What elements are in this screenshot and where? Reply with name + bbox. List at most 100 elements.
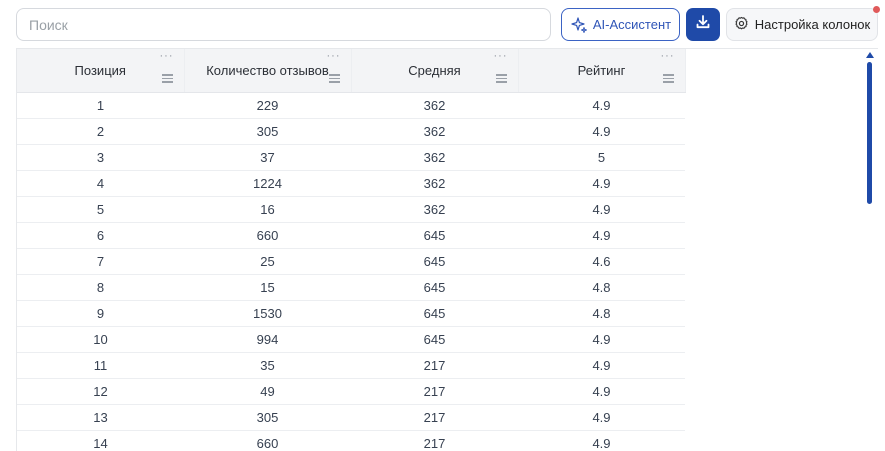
- table-cell: 1224: [184, 170, 351, 197]
- column-header-label: Рейтинг: [577, 62, 626, 78]
- table-cell: 4.9: [518, 222, 685, 249]
- download-icon: [695, 14, 711, 35]
- table-cell: 49: [184, 378, 351, 405]
- table-row[interactable]: 5 16 362 4.9: [17, 196, 685, 223]
- table-cell: 660: [184, 222, 351, 249]
- table-cell: 362: [351, 92, 518, 119]
- table-row[interactable]: 12 49 217 4.9: [17, 378, 685, 405]
- table-cell: 16: [184, 196, 351, 223]
- table-cell: 7: [17, 248, 184, 275]
- sparkles-icon: [570, 16, 588, 34]
- data-grid: Позиция ··· Количество отзывов ··· Средняя ··…: [16, 48, 878, 451]
- data-table: Позиция ··· Количество отзывов ··· Средняя ··…: [17, 49, 686, 451]
- table-cell: 305: [184, 404, 351, 431]
- table-cell: 362: [351, 118, 518, 145]
- table-row[interactable]: 6 660 645 4.9: [17, 222, 685, 249]
- column-header[interactable]: Количество отзывов ···: [184, 49, 352, 93]
- ai-assistant-label: AI-Ассистент: [592, 17, 672, 32]
- column-menu-icon[interactable]: [662, 74, 674, 83]
- table-cell: 4.9: [518, 170, 685, 197]
- table-cell: 11: [17, 352, 184, 379]
- table-cell: 35: [184, 352, 351, 379]
- notification-dot: [873, 6, 880, 13]
- column-more-icon[interactable]: ···: [494, 51, 508, 62]
- table-cell: 645: [351, 274, 518, 301]
- table-cell: 645: [351, 300, 518, 327]
- ai-assistant-button[interactable]: AI-Ассистент: [561, 8, 680, 41]
- table-cell: 6: [17, 222, 184, 249]
- table-cell: 9: [17, 300, 184, 327]
- table-cell: 645: [351, 326, 518, 353]
- table-cell: 4.9: [518, 326, 685, 353]
- scrollbar-thumb[interactable]: [867, 62, 872, 204]
- table-row[interactable]: 3 37 362 5: [17, 144, 685, 171]
- scroll-up-arrow-icon[interactable]: [866, 52, 874, 58]
- table-cell: 305: [184, 118, 351, 145]
- table-cell: 4: [17, 170, 184, 197]
- table-row[interactable]: 4 1224 362 4.9: [17, 170, 685, 197]
- table-cell: 12: [17, 378, 184, 405]
- table-cell: 4.9: [518, 118, 685, 145]
- table-cell: 217: [351, 430, 518, 451]
- table-row[interactable]: 7 25 645 4.6: [17, 248, 685, 275]
- search-input[interactable]: [16, 8, 551, 41]
- column-header-label: Средняя: [408, 62, 461, 78]
- table-cell: 37: [184, 144, 351, 171]
- table-cell: 645: [351, 222, 518, 249]
- table-cell: 4.9: [518, 404, 685, 431]
- table-cell: 14: [17, 430, 184, 451]
- column-more-icon[interactable]: ···: [327, 51, 341, 62]
- column-header[interactable]: Средняя ···: [351, 49, 519, 93]
- table-cell: 2: [17, 118, 184, 145]
- table-cell: 4.8: [518, 300, 685, 327]
- gear-icon: [734, 16, 749, 34]
- column-more-icon[interactable]: ···: [160, 51, 174, 62]
- table-cell: 362: [351, 170, 518, 197]
- table-row[interactable]: 8 15 645 4.8: [17, 274, 685, 301]
- table-cell: 4.9: [518, 92, 685, 119]
- column-header[interactable]: Рейтинг ···: [518, 49, 686, 93]
- table-row[interactable]: 1 229 362 4.9: [17, 92, 685, 119]
- vertical-scrollbar[interactable]: [865, 48, 874, 451]
- table-cell: 15: [184, 274, 351, 301]
- table-row[interactable]: 10 994 645 4.9: [17, 326, 685, 353]
- table-cell: 1530: [184, 300, 351, 327]
- download-button[interactable]: [686, 8, 720, 41]
- column-header-label: Количество отзывов: [206, 62, 329, 78]
- table-cell: 362: [351, 196, 518, 223]
- column-header-label: Позиция: [74, 62, 126, 78]
- table-cell: 4.9: [518, 378, 685, 405]
- table-row[interactable]: 2 305 362 4.9: [17, 118, 685, 145]
- column-header[interactable]: Позиция ···: [17, 49, 185, 93]
- column-menu-icon[interactable]: [161, 74, 173, 83]
- table-cell: 5: [17, 196, 184, 223]
- column-settings-button[interactable]: Настройка колонок: [726, 6, 880, 41]
- table-row[interactable]: 11 35 217 4.9: [17, 352, 685, 379]
- table-cell: 13: [17, 404, 184, 431]
- table-cell: 3: [17, 144, 184, 171]
- table-body: 1 229 362 4.9 2 305 362 4.9 3 37 362 5 4 1224 362 4.9 5 1…: [17, 92, 685, 451]
- table-cell: 4.6: [518, 248, 685, 275]
- column-more-icon[interactable]: ···: [661, 51, 675, 62]
- table-row[interactable]: 9 1530 645 4.8: [17, 300, 685, 327]
- table-row[interactable]: 13 305 217 4.9: [17, 404, 685, 431]
- table-cell: 5: [518, 144, 685, 171]
- table-cell: 217: [351, 352, 518, 379]
- table-cell: 4.9: [518, 430, 685, 451]
- column-settings-label: Настройка колонок: [754, 17, 871, 32]
- table-cell: 4.8: [518, 274, 685, 301]
- table-cell: 645: [351, 248, 518, 275]
- table-cell: 217: [351, 378, 518, 405]
- table-cell: 994: [184, 326, 351, 353]
- table-cell: 8: [17, 274, 184, 301]
- table-cell: 4.9: [518, 196, 685, 223]
- table-cell: 10: [17, 326, 184, 353]
- table-header-row: Позиция ··· Количество отзывов ··· Средняя ··…: [17, 49, 686, 93]
- table-row[interactable]: 14 660 217 4.9: [17, 430, 685, 451]
- column-menu-icon[interactable]: [495, 74, 507, 83]
- table-cell: 660: [184, 430, 351, 451]
- table-cell: 362: [351, 144, 518, 171]
- table-cell: 217: [351, 404, 518, 431]
- table-cell: 4.9: [518, 352, 685, 379]
- column-menu-icon[interactable]: [328, 74, 340, 83]
